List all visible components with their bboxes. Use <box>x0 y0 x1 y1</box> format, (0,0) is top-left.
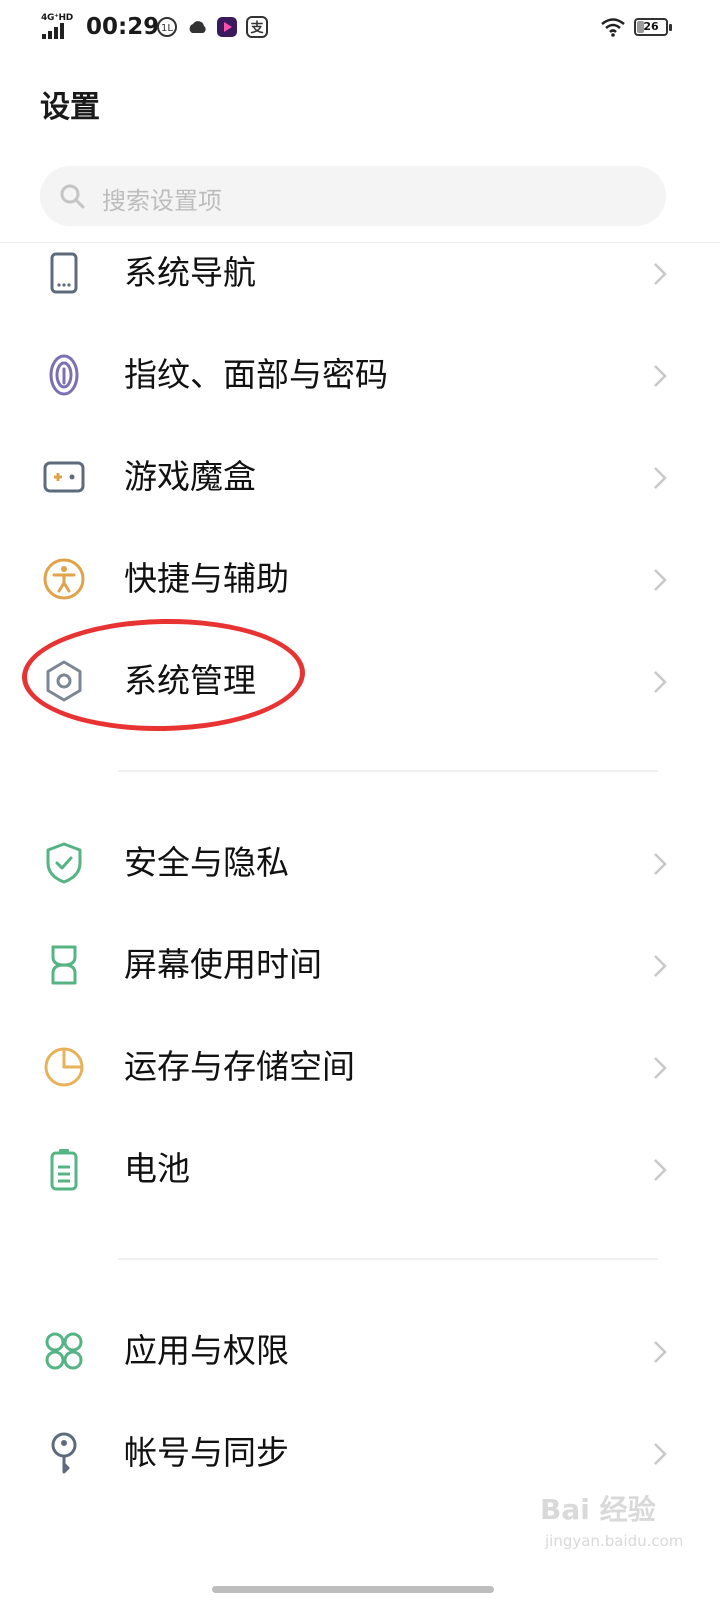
chevron-right-icon <box>654 569 667 591</box>
phone-navigation-icon <box>50 252 78 294</box>
fingerprint-icon <box>49 354 79 396</box>
settings-item-system-management[interactable]: 系统管理 <box>0 630 720 732</box>
settings-item-shortcuts-accessibility[interactable]: 快捷与辅助 <box>0 528 720 630</box>
settings-item-security-privacy[interactable]: 安全与隐私 <box>0 812 720 914</box>
page-title: 设置 <box>40 90 100 125</box>
hexagon-settings-icon <box>46 660 82 702</box>
chevron-right-icon <box>654 1341 667 1363</box>
settings-item-game-box[interactable]: 游戏魔盒 <box>0 426 720 528</box>
settings-item-apps-permissions[interactable]: 应用与权限 <box>0 1300 720 1402</box>
item-label: 安全与隐私 <box>124 843 289 882</box>
cloud-icon <box>189 21 206 33</box>
chevron-right-icon <box>654 467 667 489</box>
payment-app-icon: 支 <box>246 16 268 38</box>
settings-item-memory-storage[interactable]: 运存与存储空间 <box>0 1016 720 1118</box>
wifi-icon <box>601 18 625 37</box>
chevron-right-icon <box>654 1443 667 1465</box>
battery-icon <box>50 1149 78 1191</box>
item-label: 系统管理 <box>124 661 256 700</box>
chevron-right-icon <box>654 955 667 977</box>
accessibility-icon <box>43 558 85 600</box>
item-label: 游戏魔盒 <box>124 457 256 496</box>
data-saver-icon: 1L <box>157 17 177 37</box>
chevron-right-icon <box>654 365 667 387</box>
clock: 00:29 <box>86 14 160 40</box>
watermark-url: jingyan.baidu.com <box>545 1532 684 1550</box>
chevron-right-icon <box>654 853 667 875</box>
item-label: 应用与权限 <box>124 1331 289 1370</box>
item-label: 快捷与辅助 <box>124 559 289 598</box>
item-label: 系统导航 <box>124 253 256 292</box>
search-icon <box>60 184 85 209</box>
chevron-right-icon <box>654 1057 667 1079</box>
settings-item-battery[interactable]: 电池 <box>0 1118 720 1220</box>
gamepad-icon <box>43 461 85 493</box>
shield-check-icon <box>46 842 82 884</box>
item-label: 帐号与同步 <box>124 1433 289 1472</box>
group-divider <box>118 770 658 772</box>
svg-text:1L: 1L <box>161 23 173 34</box>
pie-chart-icon <box>44 1047 84 1087</box>
chevron-right-icon <box>654 1159 667 1181</box>
item-label: 指纹、面部与密码 <box>124 355 388 394</box>
group-divider <box>118 1258 658 1260</box>
network-type: 4G⁺HD <box>41 13 73 23</box>
search-placeholder: 搜索设置项 <box>102 187 222 215</box>
settings-item-system-navigation[interactable]: 系统导航 <box>0 222 720 324</box>
settings-item-screen-time[interactable]: 屏幕使用时间 <box>0 914 720 1016</box>
settings-item-fingerprint-face-password[interactable]: 指纹、面部与密码 <box>0 324 720 426</box>
battery-level: 26 <box>643 20 659 33</box>
apps-grid-icon <box>45 1332 83 1370</box>
svg-text:支: 支 <box>249 20 264 36</box>
item-label: 屏幕使用时间 <box>124 945 322 984</box>
battery-indicator: 26 <box>634 18 672 36</box>
item-label: 运存与存储空间 <box>124 1047 355 1086</box>
video-app-icon <box>217 17 237 37</box>
status-bar: 4G⁺HD 00:29 1L 支 26 <box>0 0 720 56</box>
watermark: Bai 经验 <box>540 1493 656 1526</box>
chevron-right-icon <box>654 263 667 285</box>
chevron-right-icon <box>654 671 667 693</box>
hourglass-icon <box>51 945 77 985</box>
search-input[interactable]: 搜索设置项 <box>40 166 666 226</box>
key-icon <box>51 1432 77 1474</box>
item-label: 电池 <box>124 1149 190 1188</box>
home-indicator[interactable] <box>212 1586 494 1593</box>
